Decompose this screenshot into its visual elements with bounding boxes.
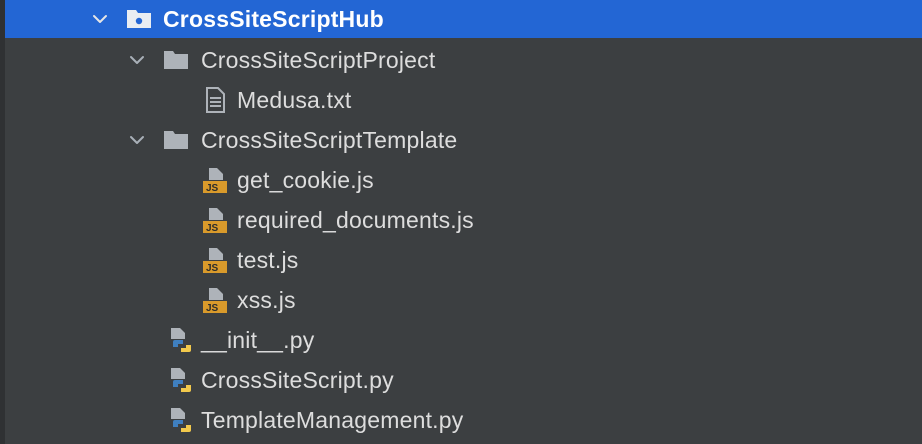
tree-item-label: __init__.py xyxy=(201,327,315,353)
tree-item-label: get_cookie.js xyxy=(237,167,374,193)
tree-item-label: xss.js xyxy=(237,287,296,313)
project-tree: CrossSiteScriptHub CrossSiteScriptProjec… xyxy=(0,0,922,444)
folder-icon xyxy=(164,131,188,149)
chevron-down-icon[interactable] xyxy=(92,11,108,27)
tree-item-file[interactable]: JS get_cookie.js xyxy=(0,160,922,200)
js-badge-text: JS xyxy=(206,223,219,233)
js-badge-text: JS xyxy=(206,263,219,273)
tree-item-file[interactable]: JS xss.js xyxy=(0,280,922,320)
tree-item-label: CrossSiteScript.py xyxy=(201,367,394,393)
folder-icon xyxy=(164,51,188,69)
tree-item-file[interactable]: CrossSiteScript.py xyxy=(0,360,922,400)
tree-item-file[interactable]: JS test.js xyxy=(0,240,922,280)
chevron-down-icon[interactable] xyxy=(129,52,145,68)
tree-item-root[interactable]: CrossSiteScriptHub xyxy=(5,0,922,38)
tree-item-label: test.js xyxy=(237,247,299,273)
python-file-icon xyxy=(171,328,191,352)
javascript-file-icon: JS xyxy=(203,208,227,233)
js-badge-text: JS xyxy=(206,303,219,313)
tree-item-label: Medusa.txt xyxy=(237,87,352,113)
python-file-icon xyxy=(171,408,191,432)
text-file-icon xyxy=(206,87,225,113)
module-folder-icon xyxy=(127,10,151,28)
javascript-file-icon: JS xyxy=(203,248,227,273)
tree-item-template-folder[interactable]: CrossSiteScriptTemplate xyxy=(0,120,922,160)
javascript-file-icon: JS xyxy=(203,168,227,193)
tree-item-file[interactable]: Medusa.txt xyxy=(0,80,922,120)
js-badge-text: JS xyxy=(206,183,219,193)
tree-item-label: CrossSiteScriptTemplate xyxy=(201,127,458,153)
javascript-file-icon: JS xyxy=(203,288,227,313)
tree-item-label: required_documents.js xyxy=(237,207,474,233)
tree-item-project-folder[interactable]: CrossSiteScriptProject xyxy=(0,40,922,80)
tree-item-label: CrossSiteScriptHub xyxy=(163,6,384,32)
tree-item-file[interactable]: JS required_documents.js xyxy=(0,200,922,240)
chevron-down-icon[interactable] xyxy=(129,132,145,148)
tree-item-file[interactable]: __init__.py xyxy=(0,320,922,360)
python-file-icon xyxy=(171,368,191,392)
tree-item-file[interactable]: TemplateManagement.py xyxy=(0,400,922,440)
tree-item-label: CrossSiteScriptProject xyxy=(201,47,436,73)
tree-item-label: TemplateManagement.py xyxy=(201,407,464,433)
